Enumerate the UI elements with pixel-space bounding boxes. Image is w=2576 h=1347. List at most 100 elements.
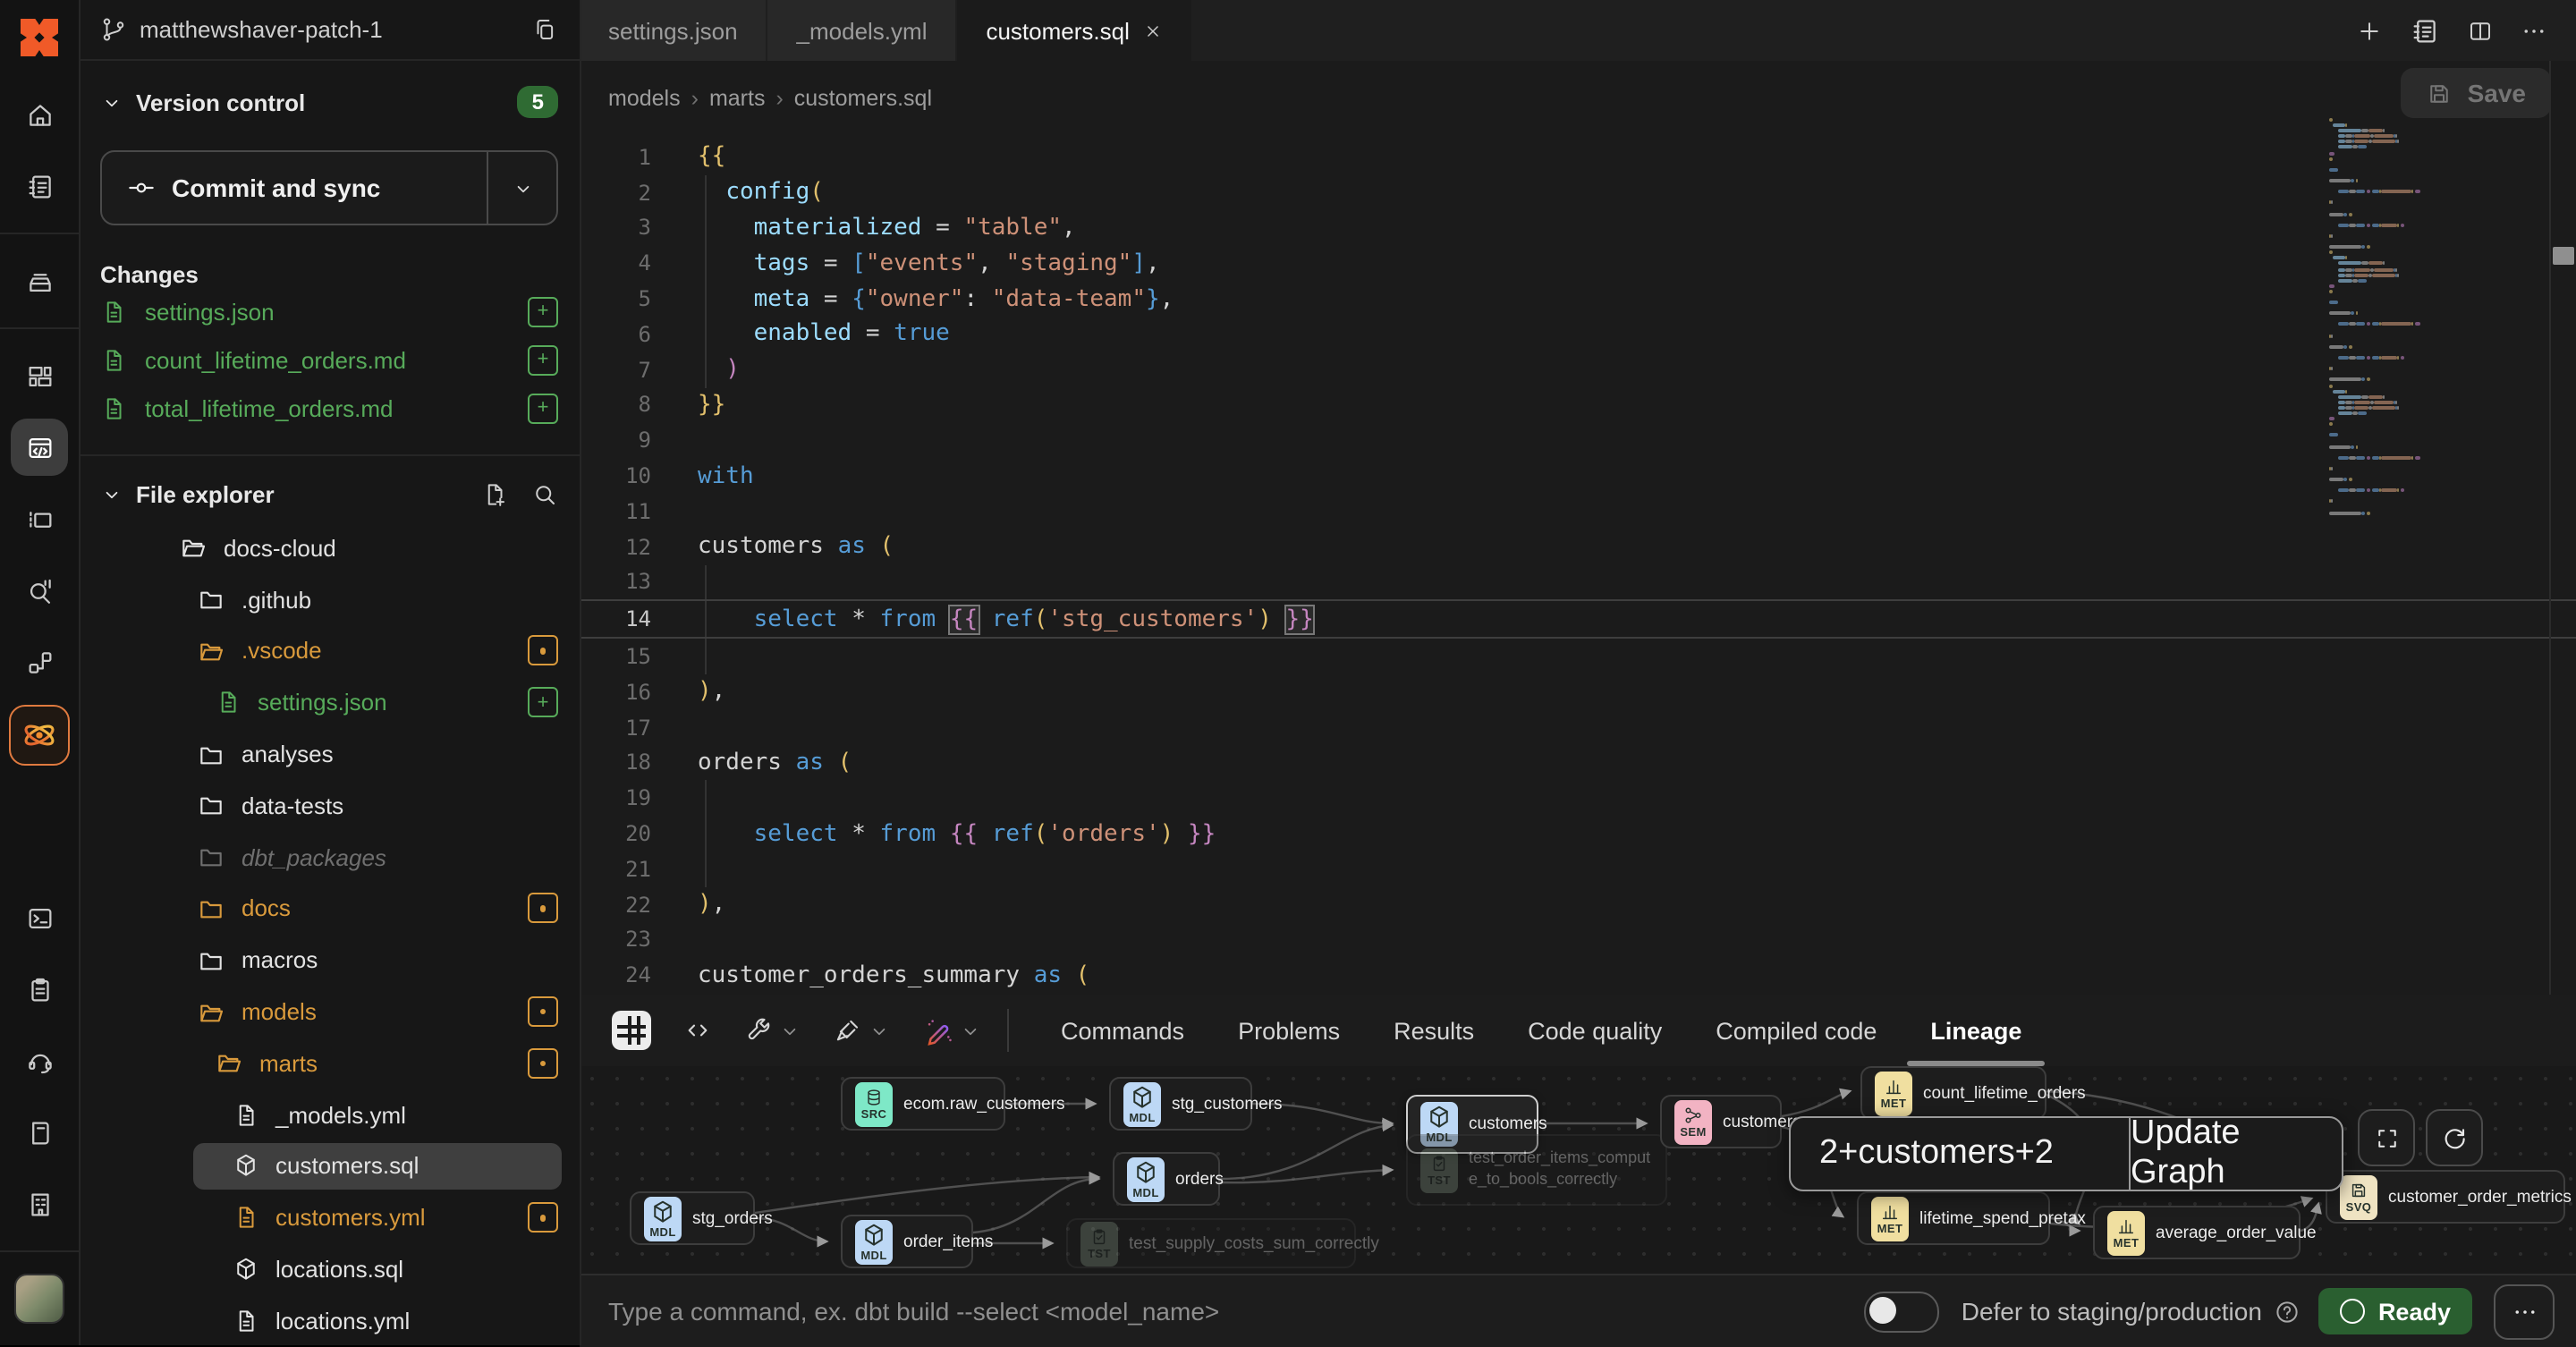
code-line-18[interactable]: 18orders as (	[580, 745, 2576, 781]
code-line-9[interactable]: 9	[580, 423, 2576, 459]
lineage-node-test-order-items-compute-to-bools-correctly[interactable]: TST test_order_items_compute_to_bools_co…	[1406, 1134, 1667, 1206]
fullscreen-button[interactable]	[2358, 1109, 2415, 1166]
support-headset-icon[interactable]	[11, 1032, 68, 1089]
panel-tab-code-quality[interactable]: Code quality	[1501, 995, 1689, 1066]
tree-item-customers-yml[interactable]: customers.yml	[79, 1192, 580, 1244]
code-line-2[interactable]: 2 config(	[580, 175, 2576, 211]
changed-file-row[interactable]: count_lifetime_orders.md +	[100, 336, 558, 385]
tree-item-settings-json[interactable]: settings.json+	[79, 677, 580, 729]
code-line-23[interactable]: 23	[580, 922, 2576, 958]
lineage-node-test-supply-costs-sum-correctly[interactable]: TST test_supply_costs_sum_correctly	[1066, 1218, 1356, 1268]
lineage-canvas[interactable]: SRC ecom.raw_customers MDL stg_customers M…	[580, 1066, 2576, 1274]
tab--models-yml[interactable]: _models.yml	[768, 0, 956, 61]
added-file-badge[interactable]: +	[528, 394, 558, 424]
code-line-24[interactable]: 24customer_orders_summary as (	[580, 958, 2576, 994]
commit-and-sync-button[interactable]: Commit and sync	[100, 150, 558, 225]
search-icon[interactable]	[531, 481, 558, 508]
code-line-17[interactable]: 17	[580, 710, 2576, 746]
lineage-node-stg-customers[interactable]: MDL stg_customers	[1109, 1077, 1252, 1131]
breadcrumb-item[interactable]: models	[608, 86, 681, 111]
lineage-selector-input[interactable]: 2+customers+2	[1791, 1118, 2131, 1190]
commit-options-caret[interactable]	[487, 152, 556, 224]
organization-icon[interactable]	[11, 1175, 68, 1233]
tasks-clipboard-icon[interactable]	[11, 961, 68, 1018]
dashboard-grid-icon[interactable]	[11, 347, 68, 404]
ai-fix-wand-icon[interactable]	[923, 1015, 982, 1046]
tree-item--vscode[interactable]: .vscode	[79, 625, 580, 677]
notebook-icon[interactable]	[2410, 15, 2440, 46]
breadcrumb-item[interactable]: marts	[709, 86, 766, 111]
version-control-header[interactable]: Version control 5	[100, 86, 558, 118]
code-line-12[interactable]: 12customers as (	[580, 529, 2576, 565]
panel-tab-problems[interactable]: Problems	[1211, 995, 1367, 1066]
format-broom-icon[interactable]	[834, 1016, 891, 1045]
editor-scrollbar[interactable]	[2549, 61, 2576, 995]
help-icon[interactable]	[2275, 1298, 2301, 1325]
terminal-icon[interactable]	[11, 889, 68, 946]
code-line-1[interactable]: 1{{	[580, 140, 2576, 175]
lineage-node-stg-orders[interactable]: MDL stg_orders	[630, 1191, 755, 1245]
projects-drawer-icon[interactable]	[11, 252, 68, 309]
panel-tab-compiled-code[interactable]: Compiled code	[1689, 995, 1903, 1066]
close-icon[interactable]	[1144, 21, 1164, 40]
tree-item-docs-cloud[interactable]: docs-cloud	[79, 522, 580, 574]
tree-item-locations-sql[interactable]: locations.sql	[79, 1243, 580, 1295]
copy-icon[interactable]	[531, 16, 558, 43]
added-file-badge[interactable]: +	[528, 297, 558, 327]
panel-tab-results[interactable]: Results	[1367, 995, 1501, 1066]
preview-table-icon[interactable]	[612, 1011, 651, 1050]
code-line-13[interactable]: 13	[580, 564, 2576, 600]
new-file-icon[interactable]	[481, 481, 508, 508]
code-line-5[interactable]: 5 meta = {"owner": "data-team"},	[580, 281, 2576, 317]
breadcrumb-item[interactable]: customers.sql	[794, 86, 932, 111]
catalog-search-icon[interactable]	[11, 562, 68, 619]
tree-item--github[interactable]: .github	[79, 574, 580, 626]
ellipsis-icon[interactable]	[2521, 17, 2547, 44]
branch-name[interactable]: matthewshaver-patch-1	[140, 16, 519, 43]
lineage-node-customer-order-metrics[interactable]: SVQ customer_order_metrics	[2326, 1170, 2565, 1224]
lineage-node-ecom-raw-customers[interactable]: SRC ecom.raw_customers	[841, 1077, 1005, 1131]
develop-code-icon[interactable]	[11, 419, 68, 476]
code-editor[interactable]: models›marts›customers.sql Save 1{{2 con…	[580, 61, 2576, 996]
code-line-7[interactable]: 7 )	[580, 352, 2576, 388]
docs-notebook-icon[interactable]	[11, 157, 68, 215]
tree-item-dbt-packages[interactable]: dbt_packages	[79, 832, 580, 884]
more-options-button[interactable]	[2494, 1283, 2555, 1339]
refresh-graph-button[interactable]	[2426, 1109, 2483, 1166]
tree-item-locations-yml[interactable]: locations.yml	[79, 1295, 580, 1347]
fusion-atom-icon[interactable]	[9, 705, 70, 766]
defer-toggle[interactable]	[1865, 1291, 1940, 1332]
build-wrench-icon[interactable]	[744, 1016, 801, 1045]
save-button[interactable]: Save	[2402, 68, 2551, 118]
code-line-3[interactable]: 3 materialized = "table",	[580, 210, 2576, 246]
tab-customers-sql[interactable]: customers.sql	[957, 0, 1191, 61]
code-line-10[interactable]: 10with	[580, 458, 2576, 494]
code-line-11[interactable]: 11	[580, 494, 2576, 529]
tree-item-analyses[interactable]: analyses	[79, 728, 580, 780]
changed-file-row[interactable]: settings.json +	[100, 288, 558, 336]
minimap[interactable]	[2329, 118, 2422, 517]
lineage-node-average-order-value[interactable]: MET average_order_value	[2093, 1206, 2301, 1259]
code-line-21[interactable]: 21	[580, 851, 2576, 887]
panel-tab-lineage[interactable]: Lineage	[1903, 995, 2048, 1066]
tree-item-docs[interactable]: docs	[79, 883, 580, 935]
code-line-22[interactable]: 22),	[580, 886, 2576, 922]
compile-code-icon[interactable]	[683, 1016, 712, 1045]
code-line-14[interactable]: 14 select * from {{ ref('stg_customers')…	[580, 600, 2576, 640]
orchestration-icon[interactable]	[11, 490, 68, 547]
plus-icon[interactable]	[2356, 17, 2383, 44]
user-avatar[interactable]	[14, 1274, 64, 1324]
code-line-8[interactable]: 8}}	[580, 387, 2576, 423]
home-icon[interactable]	[11, 86, 68, 143]
panel-tab-commands[interactable]: Commands	[1034, 995, 1211, 1066]
code-line-16[interactable]: 16),	[580, 674, 2576, 710]
code-line-4[interactable]: 4 tags = ["events", "staging"],	[580, 246, 2576, 282]
code-line-6[interactable]: 6 enabled = true	[580, 317, 2576, 352]
lineage-node-lifetime-spend-pretax[interactable]: MET lifetime_spend_pretax	[1857, 1191, 2050, 1245]
tree-item-macros[interactable]: macros	[79, 935, 580, 987]
code-line-19[interactable]: 19	[580, 781, 2576, 817]
lineage-flow-icon[interactable]	[11, 633, 68, 690]
code-line-15[interactable]: 15	[580, 639, 2576, 674]
added-file-badge[interactable]: +	[528, 345, 558, 376]
dbt-logo-icon[interactable]	[14, 13, 64, 63]
